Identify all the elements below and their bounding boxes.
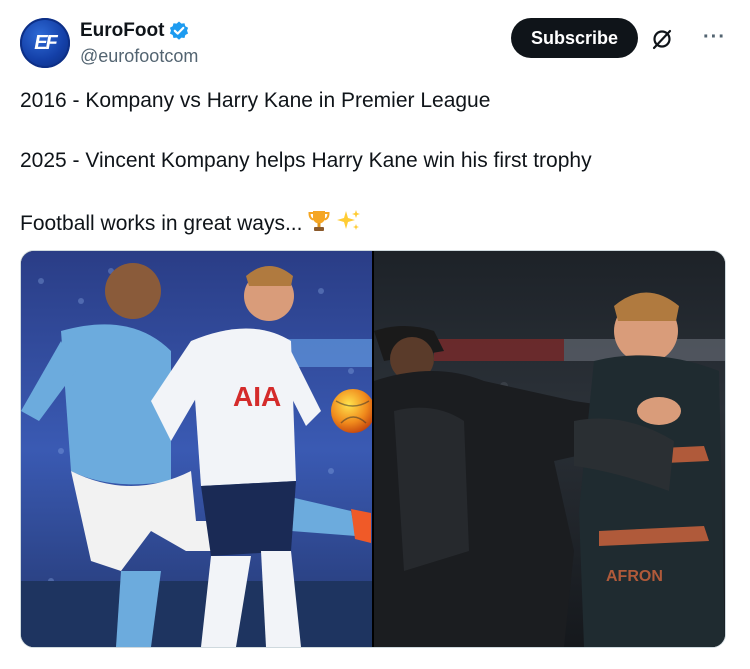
- grok-icon[interactable]: [650, 27, 674, 51]
- tweet-line: 2025 - Vincent Kompany helps Harry Kane …: [20, 149, 592, 172]
- display-name[interactable]: EuroFoot: [80, 20, 164, 42]
- avatar[interactable]: EF: [20, 18, 70, 68]
- trophy-emoji: [306, 208, 332, 241]
- tweet-media[interactable]: AIA AFRON: [20, 250, 726, 648]
- author-handle[interactable]: @eurofootcom: [80, 46, 198, 67]
- sparkles-emoji: [336, 208, 362, 241]
- author-block: EuroFoot @eurofootcom: [80, 20, 198, 67]
- right-shirt-sponsor: AFRON: [606, 568, 663, 585]
- tweet-line: 2016 - Kompany vs Harry Kane in Premier …: [20, 89, 491, 112]
- tweet-header: EF EuroFoot @eurofootcom Subscribe ···: [20, 18, 730, 70]
- subscribe-button[interactable]: Subscribe: [510, 18, 638, 58]
- tweet-line-last: Football works in great ways...: [20, 208, 720, 236]
- photo-kompany-kane-celebration-2025[interactable]: AFRON: [374, 251, 725, 647]
- photo-kompany-vs-kane-2016[interactable]: AIA: [21, 251, 372, 647]
- left-shirt-sponsor: AIA: [233, 381, 281, 412]
- more-icon[interactable]: ···: [703, 26, 726, 49]
- author-name-row[interactable]: EuroFoot: [80, 20, 198, 42]
- tweet-text: 2016 - Kompany vs Harry Kane in Premier …: [20, 88, 720, 236]
- avatar-logo-text: EF: [34, 31, 58, 54]
- verified-badge-icon: [168, 20, 190, 42]
- tweet-line-text: Football works in great ways...: [20, 212, 303, 236]
